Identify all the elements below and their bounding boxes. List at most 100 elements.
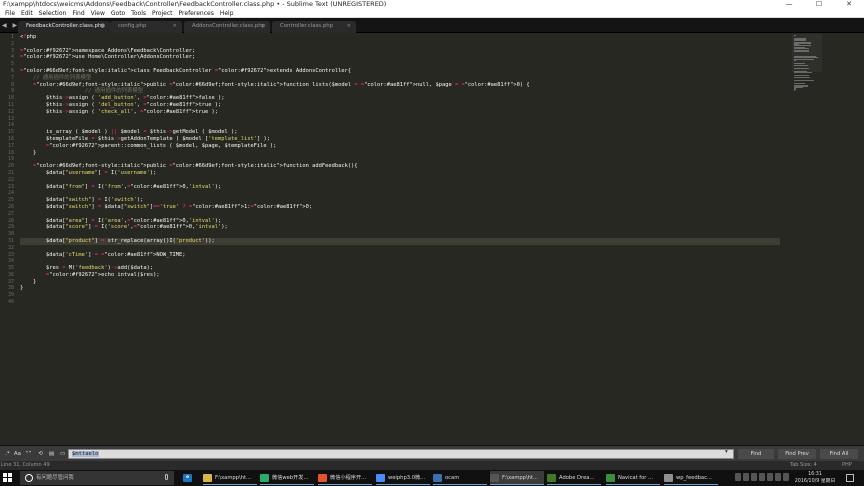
- code-line[interactable]: ="color:#66d9ef;font-style:italic">class…: [20, 68, 780, 75]
- menu-file[interactable]: File: [2, 10, 18, 17]
- code-line[interactable]: $res = M('feedback')->add($data);: [20, 265, 780, 272]
- tab-config[interactable]: config.php ×: [110, 21, 182, 33]
- edge-icon[interactable]: e: [183, 471, 195, 485]
- windows-start-icon[interactable]: [3, 473, 13, 483]
- code-line[interactable]: $data['cTime'] = ="color:#ae81ff">NOW_TI…: [20, 252, 780, 259]
- code-area[interactable]: <?php ="color:#f92672">namespace Addons\…: [20, 34, 780, 306]
- code-line[interactable]: $data["product"] = str_replace(array()I(…: [20, 237, 780, 245]
- network-icon[interactable]: [767, 473, 773, 481]
- code-line[interactable]: $data["score"] = I('score',="color:#ae81…: [20, 224, 780, 231]
- code-line[interactable]: $this->assign ( 'check_all', ="color:#ae…: [20, 109, 780, 116]
- code-line[interactable]: ="color:#f92672">use Home\Controller\Add…: [20, 54, 780, 61]
- menu-project[interactable]: Project: [149, 10, 176, 17]
- taskbar-app-button[interactable]: F:\xampp\ht...: [203, 471, 257, 485]
- find-all-button[interactable]: Find All: [820, 449, 858, 459]
- code-line[interactable]: [20, 190, 780, 197]
- close-tab-icon[interactable]: ×: [346, 21, 351, 32]
- regex-icon[interactable]: .*: [3, 450, 12, 458]
- tray-icon[interactable]: [751, 473, 757, 481]
- code-line[interactable]: [20, 299, 780, 306]
- code-line[interactable]: ="color:#66d9ef;font-style:italic">publi…: [20, 163, 780, 170]
- minimize-button[interactable]: —: [774, 0, 804, 10]
- code-line[interactable]: $data["from"] = I('from',="color:#ae81ff…: [20, 184, 780, 191]
- code-line[interactable]: $data["username"] = I('username');: [20, 170, 780, 177]
- highlight-icon[interactable]: ▭: [58, 450, 67, 458]
- notification-center-icon[interactable]: [846, 474, 854, 482]
- menu-find[interactable]: Find: [69, 10, 87, 17]
- menu-preferences[interactable]: Preferences: [176, 10, 217, 17]
- minimap-viewport[interactable]: [792, 34, 822, 72]
- menu-selection[interactable]: Selection: [36, 10, 70, 17]
- wrap-icon[interactable]: ⟲: [36, 450, 45, 458]
- syntax-mode[interactable]: PHP: [842, 461, 852, 470]
- menu-view[interactable]: View: [88, 10, 108, 17]
- code-line[interactable]: }: [20, 150, 780, 157]
- code-line[interactable]: ="color:#f92672">parent::common_lists ( …: [20, 143, 780, 150]
- in-selection-icon[interactable]: ▤: [47, 450, 56, 458]
- taskbar-search-box[interactable]: 有问题尽管问我: [20, 471, 174, 485]
- code-line[interactable]: $this->assign ( 'add_button', ="color:#a…: [20, 95, 780, 102]
- taskbar-app-button[interactable]: 微信web开发...: [260, 471, 314, 485]
- code-line[interactable]: ="color:#f92672">echo intval($res);: [20, 272, 780, 279]
- code-line[interactable]: [20, 122, 780, 129]
- tab-nav-arrows[interactable]: ◀ ▶: [2, 22, 19, 29]
- find-input[interactable]: $mttaelo: [68, 449, 734, 459]
- code-line[interactable]: [20, 116, 780, 123]
- taskbar-app-button[interactable]: ocam: [433, 471, 487, 485]
- code-line[interactable]: [20, 292, 780, 299]
- code-line[interactable]: }: [20, 279, 780, 286]
- code-line[interactable]: [20, 231, 780, 238]
- code-line[interactable]: [20, 245, 780, 252]
- code-line[interactable]: <?php: [20, 34, 780, 41]
- close-tab-icon[interactable]: ×: [260, 21, 265, 32]
- code-line[interactable]: }: [20, 285, 780, 292]
- microphone-icon[interactable]: [165, 474, 168, 480]
- code-line[interactable]: // 通用插件的列表模型: [20, 75, 780, 82]
- menu-tools[interactable]: Tools: [128, 10, 149, 17]
- menu-help[interactable]: Help: [217, 10, 237, 17]
- maximize-button[interactable]: ☐: [804, 0, 834, 10]
- word-icon[interactable]: “”: [24, 450, 33, 458]
- input-method-icon[interactable]: [783, 473, 789, 481]
- code-line[interactable]: [20, 156, 780, 163]
- find-prev-button[interactable]: Find Prev: [778, 449, 816, 459]
- menu-edit[interactable]: Edit: [18, 10, 36, 17]
- tray-icon[interactable]: [735, 473, 741, 481]
- code-line[interactable]: // 通用插件的列表模型: [20, 88, 780, 95]
- code-line[interactable]: [20, 61, 780, 68]
- tab-controller[interactable]: Controller.class.php ×: [272, 21, 356, 33]
- code-line[interactable]: ="color:#f92672">namespace Addons\Feedba…: [20, 48, 780, 55]
- case-icon[interactable]: Aa: [13, 450, 22, 458]
- volume-icon[interactable]: [775, 473, 781, 481]
- taskbar-app-button[interactable]: 微信小程序开...: [318, 471, 372, 485]
- code-line[interactable]: $templateFile = $this->getAddonTemplate …: [20, 136, 780, 143]
- code-line[interactable]: $data["area"] = I('area',="color:#ae81ff…: [20, 218, 780, 225]
- tab-addonscontroller[interactable]: AddonsController.class.php ×: [184, 21, 270, 33]
- code-line[interactable]: is_array ( $model ) || $model = $this->g…: [20, 129, 780, 136]
- close-button[interactable]: ✕: [834, 0, 864, 10]
- code-line[interactable]: [20, 258, 780, 265]
- tray-icon[interactable]: [743, 473, 749, 481]
- code-line[interactable]: $data["switch"] = $data["switch"]=='true…: [20, 204, 780, 211]
- code-line[interactable]: $data["switch"] = I('switch');: [20, 197, 780, 204]
- taskbar-app-button[interactable]: F:\xampp\ht...: [490, 471, 544, 485]
- dirty-indicator-icon[interactable]: ●: [100, 21, 105, 32]
- taskbar-app-button[interactable]: Adobe Drea...: [547, 471, 601, 485]
- close-tab-icon[interactable]: ×: [172, 21, 177, 32]
- code-line[interactable]: [20, 41, 780, 48]
- menu-goto[interactable]: Goto: [108, 10, 128, 17]
- taskbar-app-button[interactable]: wp_feedbac...: [664, 471, 718, 485]
- minimap[interactable]: [792, 34, 822, 92]
- taskbar-clock[interactable]: 16:31 2016/10/9 星期日: [790, 471, 840, 485]
- code-line[interactable]: [20, 177, 780, 184]
- taskbar-app-button[interactable]: weiphp3.0微...: [376, 471, 430, 485]
- code-line[interactable]: $this->assign ( 'del_button', ="color:#a…: [20, 102, 780, 109]
- tab-size[interactable]: Tab Size: 4: [790, 461, 817, 470]
- tray-icon[interactable]: [759, 473, 765, 481]
- tab-feedbackcontroller[interactable]: FeedbackController.class.php ●: [18, 21, 110, 33]
- code-editor[interactable]: 1 2 3 4 5 6 7 8 9 10 11 12 13 14 15 16 17 18 19 20 21 22 23 24 2…: [0, 33, 864, 445]
- find-history-chevron-down-icon[interactable]: ▾: [725, 449, 728, 455]
- taskbar-app-button[interactable]: Navicat for ...: [606, 471, 660, 485]
- find-button[interactable]: Find: [738, 449, 774, 459]
- code-line[interactable]: [20, 211, 780, 218]
